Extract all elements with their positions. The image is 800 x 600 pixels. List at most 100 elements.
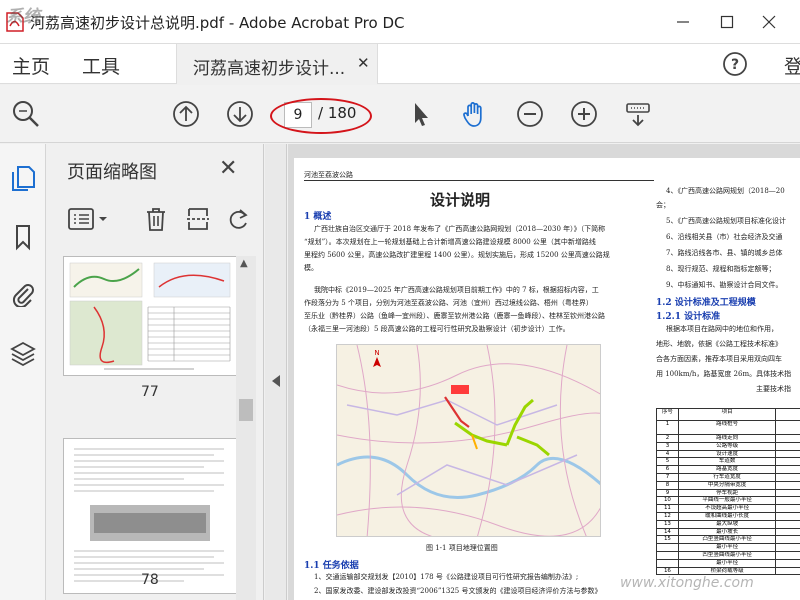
tab-document[interactable]: 河荔高速初步设计... ✕ — [176, 44, 378, 84]
table-header-cell: 项目 — [679, 409, 777, 420]
table-cell: 停车视距 — [679, 489, 777, 497]
table-cell: 路线走向 — [679, 435, 777, 442]
help-icon[interactable]: ? — [722, 51, 748, 77]
scroll-up-arrow-icon[interactable]: ▲ — [240, 258, 248, 269]
window-title: 河荔高速初步设计总说明.pdf - Adobe Acrobat Pro DC — [30, 14, 405, 32]
table-row: 1 路线桩号 — [657, 421, 800, 435]
extract-page-icon[interactable] — [183, 204, 213, 234]
maximize-icon[interactable] — [710, 8, 744, 36]
page-up-icon[interactable] — [170, 98, 202, 130]
table-cell: 一般 — [776, 536, 800, 543]
table-row: 12 缓和曲线最小长度 — [657, 512, 800, 521]
tab-document-label: 河荔高速初步设计... — [193, 59, 346, 79]
panel-close-icon[interactable]: ✕ — [219, 156, 237, 181]
table-cell: 14 — [657, 528, 679, 536]
attachment-icon[interactable] — [8, 278, 38, 308]
watermark-top-left: 系统 — [6, 7, 40, 27]
toolbar: 9 / 180 — [0, 85, 800, 143]
login-button[interactable]: 登 — [784, 52, 800, 79]
table-row: 3 公路等级 — [657, 442, 800, 451]
select-cursor-icon[interactable] — [404, 98, 436, 130]
para2-line1: 我院中标《2019—2025 年广西高速公路规划项目前期工作》中的 7 标，根据… — [314, 286, 599, 294]
hand-tool-icon[interactable] — [458, 98, 490, 130]
table-cell: 9 — [657, 489, 679, 497]
table-cell — [776, 474, 800, 481]
section-1-2-heading: 1.2 设计标准及工程规模 — [656, 298, 756, 308]
tab-close-icon[interactable]: ✕ — [357, 54, 370, 72]
table-cell: 行车道宽度 — [679, 473, 777, 481]
thumbnail-label-77: 77 — [141, 384, 159, 400]
para2-line4: （永福三里一河池段）5 段高速公路的工程可行性研究及勘察设计（初步设计）工作。 — [304, 325, 570, 333]
table-cell — [776, 497, 800, 504]
layers-icon[interactable] — [8, 338, 38, 368]
table-cell — [776, 451, 800, 458]
table-header-cell — [776, 409, 800, 420]
zoom-search-icon[interactable] — [10, 98, 42, 130]
para3-line2: 地形、地貌，依据《公路工程技术标准》 — [656, 340, 782, 348]
thumbnail-page-78[interactable] — [63, 438, 237, 594]
list-item-1: 1、交通运输部交规划发【2010】178 号《公路建设项目可行性研究报告编制办法… — [314, 573, 579, 581]
rotate-page-icon[interactable] — [223, 204, 253, 234]
right-col-line-5: 7、路线沿线各市、县、镇的城乡总体 — [666, 249, 783, 257]
zoom-in-icon[interactable] — [568, 98, 600, 130]
document-view[interactable]: 河池至荔波公路 设计说明 1 概述 广西壮族自治区交通厅于 2018 年发布了《… — [288, 144, 800, 600]
table-cell: 16 — [657, 567, 679, 575]
list-item-2: 2、国家发改委、建设部发改投资“2006”1325 号文颁发的《建设项目经济评价… — [314, 587, 602, 595]
table-cell: 最大纵坡 — [679, 520, 777, 528]
section-1-2-1-heading: 1.2.1 设计标准 — [656, 312, 721, 322]
thumbnail-page-77[interactable] — [63, 256, 237, 376]
table-cell: 缓和曲线最小长度 — [679, 512, 777, 520]
table-cell — [776, 490, 800, 497]
table-caption: 主要技术指 — [756, 385, 791, 393]
table-cell: 15 — [657, 536, 679, 544]
menu-tools[interactable]: 工具 — [82, 52, 120, 79]
table-row: 8 中央分隔带宽度 — [657, 481, 800, 490]
section-1-1-heading: 1.1 任务依据 — [304, 561, 359, 571]
table-cell: 7 — [657, 473, 679, 481]
svg-text:?: ? — [731, 57, 739, 73]
minimize-icon[interactable] — [666, 8, 700, 36]
close-icon[interactable] — [752, 8, 786, 36]
navigation-rail — [0, 144, 46, 600]
page-down-icon[interactable] — [224, 98, 256, 130]
table-cell: 4 — [657, 450, 679, 458]
table-cell: 1 — [657, 421, 679, 434]
thumbnail-78-preview — [74, 448, 224, 582]
table-cell: 公路等级 — [679, 442, 777, 450]
bookmark-icon[interactable] — [8, 222, 38, 252]
title-bar: 河荔高速初步设计总说明.pdf - Adobe Acrobat Pro DC — [0, 0, 800, 44]
keyboard-scroll-icon[interactable] — [622, 98, 654, 130]
page-number-highlight — [270, 98, 372, 134]
table-cell: 最小坡长 — [679, 528, 777, 536]
para1-line3: 里程约 5600 公里，高速公路改扩建里程 1400 公里）。规划实施后，形成 … — [304, 251, 610, 259]
thumbnail-77-preview — [69, 262, 231, 370]
map-caption: 图 1-1 项目地理位置图 — [426, 544, 498, 552]
table-cell: 最小半径 — [679, 544, 777, 551]
zoom-out-icon[interactable] — [514, 98, 546, 130]
table-row: 最小半径极限 — [657, 544, 800, 552]
collapse-arrow-icon[interactable] — [270, 374, 282, 388]
table-cell: 最小半径 — [679, 559, 777, 567]
table-row: 11 不设超高最小半径 — [657, 505, 800, 513]
delete-page-icon[interactable] — [141, 204, 171, 234]
table-cell — [776, 505, 800, 512]
thumbnail-scrollbar[interactable] — [236, 256, 256, 600]
panel-title: 页面缩略图 — [67, 162, 157, 183]
para1-line1: 广西壮族自治区交通厅于 2018 年发布了《广西高速公路网规划（2018—203… — [314, 225, 606, 233]
panel-collapse-handle[interactable] — [265, 144, 287, 600]
table-cell: 凸型竖曲线最小半径 — [679, 536, 777, 544]
page-thumbnails-icon[interactable] — [8, 162, 38, 192]
para3-line3: 合各方面因素，推荐本项目采用双向四车 — [656, 355, 782, 363]
table-row: 6 路基宽度 — [657, 466, 800, 474]
right-col-line-4: 6、沿线相关县（市）社会经济及交通 — [666, 233, 783, 241]
table-cell — [776, 466, 800, 473]
table-header-row: 序号 项目 — [657, 409, 800, 421]
table-cell — [776, 529, 800, 536]
menu-home[interactable]: 主页 — [12, 52, 50, 79]
table-cell: 极限 — [776, 544, 800, 551]
thumbnail-scrollbar-thumb[interactable] — [239, 399, 253, 421]
svg-text:N: N — [374, 349, 379, 357]
thumbnail-options-icon[interactable] — [65, 204, 113, 234]
table-row: 凹型竖曲线最小半径一般 — [657, 551, 800, 560]
table-cell — [776, 568, 800, 575]
